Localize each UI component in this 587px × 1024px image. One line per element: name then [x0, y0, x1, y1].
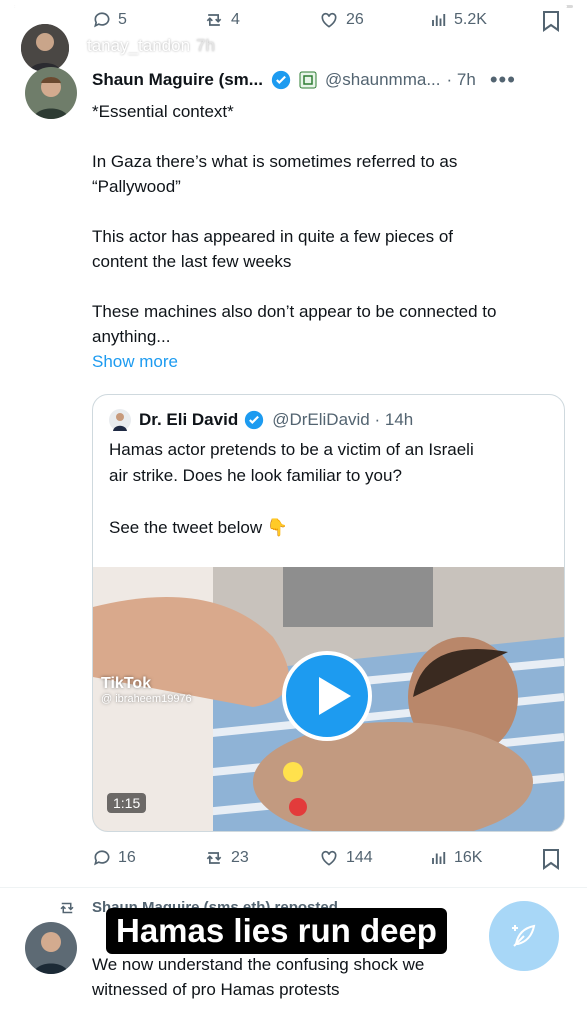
verified-badge-icon: [271, 70, 291, 90]
like-metric[interactable]: 144: [318, 848, 373, 868]
reply-icon: [94, 850, 110, 866]
feather-compose-icon: [512, 924, 536, 947]
person-photo-icon: [25, 67, 77, 119]
tweet-line: These machines also don’t appear to be c…: [92, 302, 497, 321]
heart-icon: [321, 12, 337, 28]
repost-icon: [206, 14, 222, 26]
top-view-count: 5.2K: [454, 11, 487, 28]
tiktok-watermark: TikTok @ ibraheem19976: [101, 675, 192, 705]
tweet-line: *Essential context*: [92, 102, 234, 121]
like-count: 144: [346, 849, 373, 866]
top-like-metric[interactable]: 26: [318, 10, 364, 30]
play-button[interactable]: [282, 651, 372, 741]
quote-header: Dr. Eli David @DrEliDavid · 14h: [109, 409, 413, 431]
heart-icon: [321, 850, 337, 866]
author-name[interactable]: Shaun Maguire (sm...: [92, 70, 263, 90]
tweet-line: “Pallywood”: [92, 177, 181, 196]
author-avatar[interactable]: [25, 67, 77, 119]
next-author-avatar[interactable]: [25, 922, 77, 974]
person-photo-icon: [25, 922, 77, 974]
bookmark-icon[interactable]: [542, 10, 560, 32]
top-view-metric[interactable]: 5.2K: [430, 10, 487, 30]
tweet-divider: [0, 887, 587, 888]
tweet-line: content the last few weeks: [92, 252, 292, 271]
reply-count: 16: [118, 849, 136, 866]
quoted-tweet[interactable]: Dr. Eli David @DrEliDavid · 14h Hamas ac…: [92, 394, 565, 832]
repost-count: 23: [231, 849, 249, 866]
view-count: 16K: [454, 849, 483, 866]
tweet-header: Shaun Maguire (sm... @shaunmma... · 7h •…: [92, 67, 516, 93]
story-username: tanay_tandon: [87, 36, 191, 55]
quote-author-name[interactable]: Dr. Eli David: [139, 410, 238, 430]
story-progress-fill: [14, 5, 568, 8]
top-like-count: 26: [346, 11, 364, 28]
quote-author-avatar[interactable]: [109, 409, 131, 431]
video-thumbnail[interactable]: TikTok @ ibraheem19976 1:15: [93, 567, 564, 831]
quote-handle: @DrEliDavid · 14h: [272, 410, 414, 429]
top-reply-metric[interactable]: 5: [92, 10, 127, 30]
tiktok-user: @ ibraheem19976: [101, 693, 192, 705]
story-caption: Hamas lies run deep: [106, 908, 447, 954]
bookmark-icon[interactable]: [542, 848, 560, 870]
show-more-link[interactable]: Show more: [92, 349, 562, 374]
top-repost-count: 4: [231, 11, 240, 28]
views-icon: [432, 852, 446, 864]
reply-metric[interactable]: 16: [92, 848, 136, 868]
story-time: 7h: [196, 36, 215, 55]
tweet-time: · 7h: [446, 70, 476, 89]
view-metric[interactable]: 16K: [430, 848, 482, 868]
repost-icon: [206, 852, 222, 864]
story-username-row[interactable]: tanay_tandon 7h: [87, 36, 215, 56]
next-tweet-line: witnessed of pro Hamas protests: [92, 980, 340, 999]
top-repost-metric[interactable]: 4: [203, 10, 240, 30]
story-more-icon[interactable]: •••: [482, 36, 508, 62]
affiliate-badge-icon: [299, 71, 317, 89]
quote-line: See the tweet below 👇: [109, 518, 288, 537]
tweet-line: anything...: [92, 327, 171, 346]
repost-icon: [60, 902, 74, 914]
tweet-more-icon[interactable]: •••: [490, 67, 516, 93]
views-icon: [432, 14, 446, 26]
tweet-line: This actor has appeared in quite a few p…: [92, 227, 453, 246]
verified-badge-icon: [245, 410, 264, 430]
top-reply-count: 5: [118, 11, 127, 28]
reply-icon: [94, 12, 110, 28]
tweet-line: In Gaza there’s what is sometimes referr…: [92, 152, 458, 171]
person-photo-icon: [21, 24, 69, 72]
video-duration: 1:15: [107, 793, 147, 813]
story-progress-bar: [14, 5, 573, 8]
quote-line: air strike. Does he look familiar to you…: [109, 466, 402, 485]
compose-button[interactable]: [489, 901, 559, 971]
next-tweet-line: We now understand the confusing shock we: [92, 955, 425, 974]
close-icon[interactable]: [538, 30, 572, 64]
quote-line: Hamas actor pretends to be a victim of a…: [109, 440, 474, 459]
story-user-avatar[interactable]: [21, 24, 69, 72]
tweet-body: *Essential context* In Gaza there’s what…: [92, 99, 562, 374]
tiktok-label: TikTok: [101, 675, 152, 692]
repost-metric[interactable]: 23: [203, 848, 249, 868]
author-handle[interactable]: @shaunmma...: [325, 70, 441, 90]
quote-body: Hamas actor pretends to be a victim of a…: [109, 437, 549, 541]
